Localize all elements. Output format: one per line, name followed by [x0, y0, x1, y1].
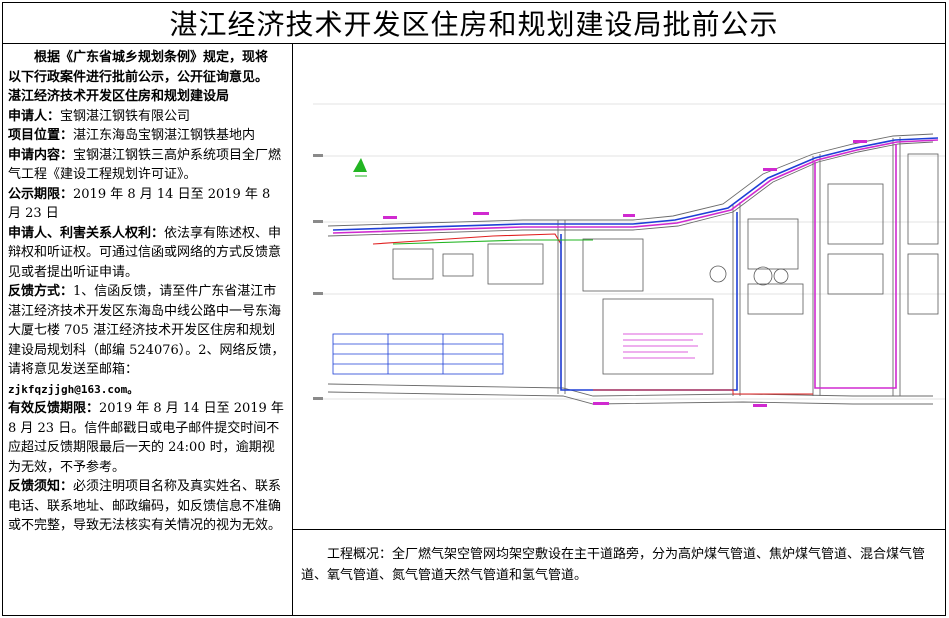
rights-row: 申请人、利害关系人权利：依法享有陈述权、申辩权和听证权。可通过信函或网络的方式反…	[8, 224, 287, 283]
plan-panel: 工程概况：全厂燃气架空管网均架空敷设在主干道路旁，分为高炉煤气管道、焦炉煤气管道…	[293, 44, 945, 615]
plan-north-marker	[353, 158, 367, 177]
site-plan-drawing	[293, 44, 945, 530]
location-value: 湛江东海岛宝钢湛江钢铁基地内	[73, 128, 256, 143]
plan-axis-ticks	[313, 154, 323, 400]
notice-row: 反馈须知：必须注明项目名称及真实姓名、联系电话、联系地址、邮政编码，如反馈信息不…	[8, 477, 287, 536]
method-label: 反馈方式：	[8, 284, 74, 299]
email-address[interactable]: zjkfqzjjgh@163.com。	[8, 383, 138, 396]
notice-label: 反馈须知：	[8, 479, 74, 494]
period-label: 公示期限：	[8, 186, 74, 202]
applicant-row: 申请人：宝钢湛江钢铁有限公司	[8, 107, 287, 127]
plan-notes	[623, 333, 703, 359]
intro-line-1: 根据《广东省城乡规划条例》规定，现将	[34, 50, 269, 65]
email-row: zjkfqzjjgh@163.com。	[8, 380, 287, 400]
applicant-value: 宝钢湛江钢铁有限公司	[60, 108, 191, 124]
content-label: 申请内容：	[8, 147, 74, 163]
location-label: 项目位置：	[8, 128, 74, 143]
project-overview: 工程概况：全厂燃气架空管网均架空敷设在主干道路旁，分为高炉煤气管道、焦炉煤气管道…	[301, 547, 926, 583]
location-row: 项目位置：湛江东海岛宝钢湛江钢铁基地内	[8, 126, 287, 146]
rights-label: 申请人、利害关系人权利：	[8, 225, 165, 241]
intro-line-3: 湛江经济技术开发区住房和规划建设局	[8, 89, 230, 104]
valid-row: 有效反馈期限：2019 年 8 月 14 日至 2019 年 8 月 23 日。…	[8, 399, 287, 477]
plan-label-marks	[383, 140, 867, 407]
applicant-label: 申请人：	[8, 108, 61, 124]
plan-legend	[332, 333, 504, 375]
plan-buildings	[392, 153, 939, 375]
plan-roads	[327, 133, 934, 405]
period-row: 公示期限：2019 年 8 月 14 日至 2019 年 8 月 23 日	[8, 185, 287, 224]
plan-gridlines	[313, 103, 945, 400]
valid-label: 有效反馈期限：	[8, 401, 100, 416]
content-row: 申请内容：宝钢湛江钢铁三高炉系统项目全厂燃气工程《建设工程规划许可证》。	[8, 146, 287, 185]
notice-frame: 湛江经济技术开发区住房和规划建设局批前公示 根据《广东省城乡规划条例》规定，现将…	[2, 2, 946, 616]
page-title: 湛江经济技术开发区住房和规划建设局批前公示	[3, 3, 945, 44]
cad-plan-svg	[313, 103, 945, 407]
method-row: 反馈方式：1、信函反馈，请至件广东省湛江市湛江经济技术开发区东海岛中线公路中一号…	[8, 282, 287, 380]
intro-line-2: 以下行政案件进行批前公示，公开征询意见。	[8, 69, 269, 85]
plan-pipelines	[332, 137, 939, 395]
notice-text-panel: 根据《广东省城乡规划条例》规定，现将 以下行政案件进行批前公示，公开征询意见。 …	[3, 44, 293, 615]
